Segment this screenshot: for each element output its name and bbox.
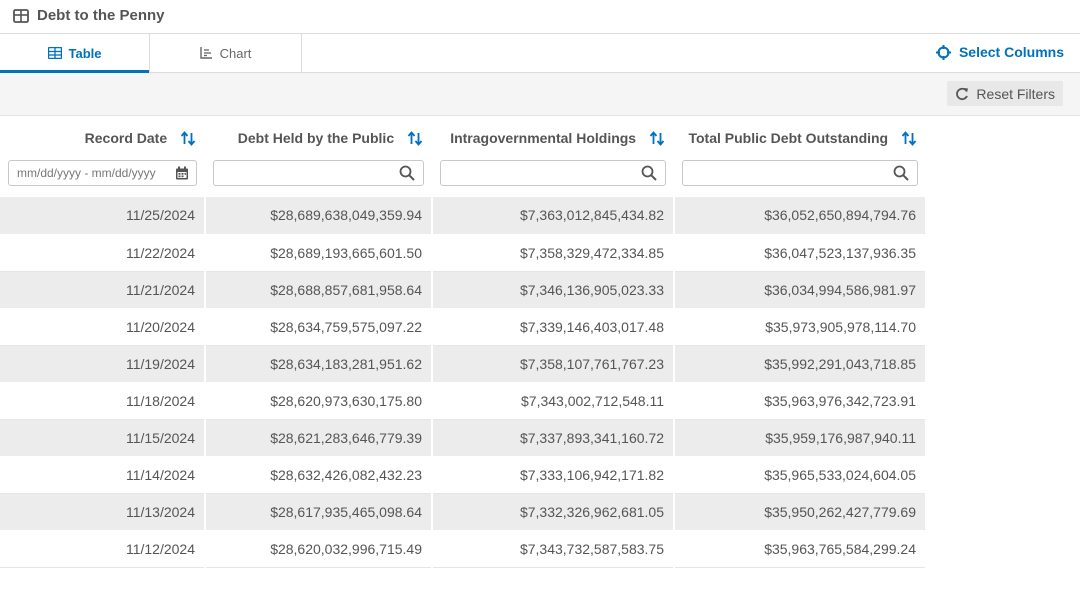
cell-debt-held: $28,634,759,575,097.22	[205, 308, 433, 346]
cell-intragovernmental: $7,337,893,341,160.72	[432, 419, 675, 457]
tab-label: Chart	[219, 45, 252, 61]
sort-icon[interactable]	[407, 131, 423, 147]
cell-total-debt: $36,034,994,586,981.97	[674, 271, 927, 309]
cell-record-date: 11/25/2024	[0, 197, 206, 235]
column-header-intragovernmental-holdings[interactable]: Intragovernmental Holdings	[432, 116, 674, 160]
table-row: 11/14/2024 $28,632,426,082,432.23 $7,333,1…	[0, 456, 927, 494]
chart-icon	[199, 47, 212, 59]
calendar-icon[interactable]	[175, 166, 189, 181]
cell-total-debt: $35,992,291,043,718.85	[674, 345, 927, 383]
table-row: 11/20/2024 $28,634,759,575,097.22 $7,339,1…	[0, 308, 927, 346]
search-icon	[893, 165, 909, 181]
crosshair-icon	[935, 44, 951, 60]
table-toolbar: Reset Filters	[0, 73, 1080, 116]
tab-chart[interactable]: Chart	[150, 34, 302, 72]
cell-debt-held: $28,689,193,665,601.50	[205, 234, 433, 272]
column-header-debt-held-by-public[interactable]: Debt Held by the Public	[205, 116, 432, 160]
page-title: Debt to the Penny	[37, 7, 165, 24]
refresh-icon	[956, 87, 969, 100]
tab-label: Table	[68, 45, 102, 61]
view-tabs: Table Chart	[0, 34, 1080, 73]
table-row: 11/12/2024 $28,620,032,996,715.49 $7,343,7…	[0, 530, 927, 568]
cell-total-debt: $36,047,523,137,936.35	[674, 234, 927, 272]
cell-intragovernmental: $7,339,146,403,017.48	[432, 308, 675, 346]
reset-filters-label: Reset Filters	[976, 85, 1055, 102]
cell-intragovernmental: $7,332,326,962,681.05	[432, 493, 675, 531]
cell-debt-held: $28,617,935,465,098.64	[205, 493, 433, 531]
cell-total-debt: $35,959,176,987,940.11	[674, 419, 927, 457]
cell-total-debt: $36,052,650,894,794.76	[674, 197, 927, 235]
cell-total-debt: $35,950,262,427,779.69	[674, 493, 927, 531]
column-header-label: Intragovernmental Holdings	[450, 129, 637, 146]
cell-total-debt: $35,963,765,584,299.24	[674, 530, 927, 568]
header-row: Record Date Debt Held by the Public Intr…	[0, 116, 926, 160]
table-row: 11/21/2024 $28,688,857,681,958.64 $7,346,1…	[0, 271, 927, 309]
cell-intragovernmental: $7,346,136,905,023.33	[432, 271, 675, 309]
filter-row: mm/dd/yyyy - mm/dd/yyyy	[0, 160, 926, 197]
date-range-filter-input[interactable]: mm/dd/yyyy - mm/dd/yyyy	[8, 160, 197, 186]
cell-intragovernmental: $7,358,329,472,334.85	[432, 234, 675, 272]
cell-total-debt: $35,965,533,024,604.05	[674, 456, 927, 494]
debt-held-filter-input[interactable]	[213, 160, 424, 186]
cell-record-date: 11/21/2024	[0, 271, 206, 309]
cell-debt-held: $28,620,973,630,175.80	[205, 382, 433, 420]
cell-record-date: 11/19/2024	[0, 345, 206, 383]
cell-record-date: 11/18/2024	[0, 382, 206, 420]
total-debt-filter-input[interactable]	[682, 160, 918, 186]
cell-intragovernmental: $7,343,002,712,548.11	[432, 382, 675, 420]
sort-icon[interactable]	[901, 131, 917, 147]
date-range-placeholder: mm/dd/yyyy - mm/dd/yyyy	[17, 166, 156, 180]
select-columns-button[interactable]: Select Columns	[935, 44, 1064, 60]
panel-header: Debt to the Penny	[0, 0, 1080, 34]
cell-record-date: 11/20/2024	[0, 308, 206, 346]
table-icon	[47, 47, 62, 59]
table-row: 11/25/2024 $28,689,638,049,359.94 $7,363,0…	[0, 197, 927, 235]
cell-debt-held: $28,634,183,281,951.62	[205, 345, 433, 383]
table-row: 11/13/2024 $28,617,935,465,098.64 $7,332,3…	[0, 493, 927, 531]
table-row: 11/15/2024 $28,621,283,646,779.39 $7,337,8…	[0, 419, 927, 457]
select-columns-label: Select Columns	[958, 44, 1064, 60]
cell-intragovernmental: $7,363,012,845,434.82	[432, 197, 675, 235]
tab-table[interactable]: Table	[0, 34, 150, 73]
column-header-label: Record Date	[84, 129, 168, 146]
table-row: 11/22/2024 $28,689,193,665,601.50 $7,358,3…	[0, 234, 927, 272]
cell-intragovernmental: $7,333,106,942,171.82	[432, 456, 675, 494]
reset-filters-button[interactable]: Reset Filters	[947, 81, 1063, 106]
cell-record-date: 11/22/2024	[0, 234, 206, 272]
column-header-record-date[interactable]: Record Date	[0, 116, 205, 160]
table-icon	[13, 9, 29, 23]
cell-intragovernmental: $7,343,732,587,583.75	[432, 530, 675, 568]
sort-icon[interactable]	[649, 131, 665, 147]
cell-record-date: 11/13/2024	[0, 493, 206, 531]
search-icon	[641, 165, 657, 181]
cell-record-date: 11/15/2024	[0, 419, 206, 457]
cell-intragovernmental: $7,358,107,761,767.23	[432, 345, 675, 383]
cell-record-date: 11/14/2024	[0, 456, 206, 494]
column-header-total-public-debt[interactable]: Total Public Debt Outstanding	[674, 116, 926, 160]
column-header-label: Debt Held by the Public	[237, 129, 395, 146]
cell-record-date: 11/12/2024	[0, 530, 206, 568]
column-header-label: Total Public Debt Outstanding	[688, 129, 889, 146]
cell-total-debt: $35,973,905,978,114.70	[674, 308, 927, 346]
table-row: 11/18/2024 $28,620,973,630,175.80 $7,343,0…	[0, 382, 927, 420]
intragovernmental-filter-input[interactable]	[440, 160, 666, 186]
debt-table: Record Date Debt Held by the Public Intr…	[0, 116, 927, 568]
cell-debt-held: $28,689,638,049,359.94	[205, 197, 433, 235]
search-icon	[399, 165, 415, 181]
cell-debt-held: $28,632,426,082,432.23	[205, 456, 433, 494]
cell-debt-held: $28,688,857,681,958.64	[205, 271, 433, 309]
cell-total-debt: $35,963,976,342,723.91	[674, 382, 927, 420]
table-row: 11/19/2024 $28,634,183,281,951.62 $7,358,1…	[0, 345, 927, 383]
cell-debt-held: $28,620,032,996,715.49	[205, 530, 433, 568]
cell-debt-held: $28,621,283,646,779.39	[205, 419, 433, 457]
sort-icon[interactable]	[180, 131, 196, 147]
